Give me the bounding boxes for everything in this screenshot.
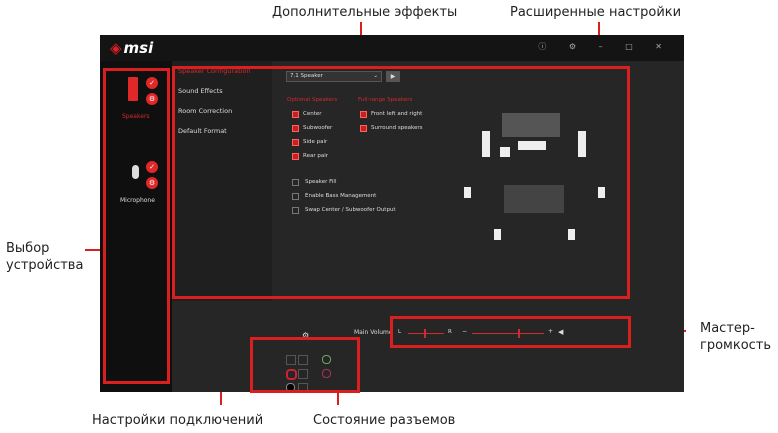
callout-master-volume: Мастер- громкость	[700, 321, 772, 353]
highlight-jack-status	[250, 337, 360, 393]
callout-advanced-settings: Расширенные настройки	[510, 5, 682, 20]
main-volume-label: Main Volume	[354, 329, 393, 336]
highlight-additional-effects	[172, 66, 630, 299]
callout-connection-settings: Настройки подключений	[92, 413, 264, 428]
msi-logo: ◈ msi	[110, 39, 154, 57]
callout-additional-effects: Дополнительные эффекты	[272, 5, 458, 20]
window-controls[interactable]: ⓘ ⚙ – □ ✕	[538, 41, 672, 52]
highlight-device-select	[103, 68, 170, 384]
highlight-master-volume	[390, 316, 631, 348]
titlebar: ◈ msi ⓘ ⚙ – □ ✕	[100, 35, 684, 61]
callout-device-select: Выбор устройства	[6, 241, 84, 273]
callout-jack-status: Состояние разъемов	[313, 413, 456, 428]
